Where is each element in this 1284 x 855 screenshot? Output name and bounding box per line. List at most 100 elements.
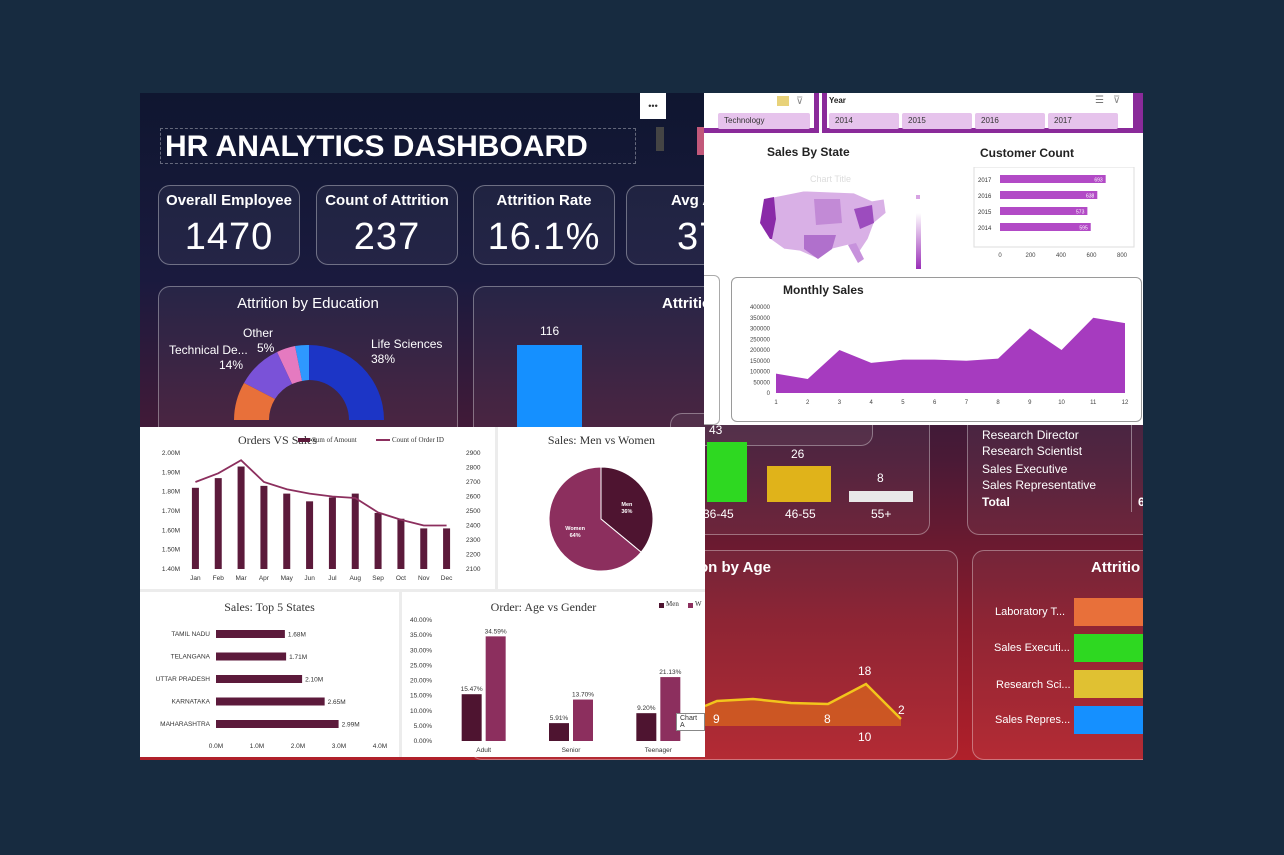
left-axis-tick: 1.60M bbox=[162, 527, 180, 534]
state-x-tick: 3.0M bbox=[332, 743, 346, 750]
customer-x-tick: 200 bbox=[1025, 253, 1036, 259]
women-bar bbox=[660, 677, 681, 741]
state-x-tick: 0.0M bbox=[209, 743, 223, 750]
month-tick: Sep bbox=[372, 575, 384, 582]
map-legend-gradient bbox=[916, 213, 921, 269]
more-options-icon[interactable]: ••• bbox=[640, 93, 666, 119]
monthly-x-tick: 4 bbox=[870, 400, 874, 406]
month-tick: Oct bbox=[396, 575, 406, 582]
women-value-label: 13.70% bbox=[572, 692, 594, 699]
age-band-label: 46-55 bbox=[785, 507, 816, 521]
state-label: TAMIL NADU bbox=[171, 631, 210, 638]
monthly-x-tick: 2 bbox=[806, 400, 810, 406]
education-donut-chart bbox=[234, 344, 384, 420]
state-x-tick: 2.0M bbox=[291, 743, 305, 750]
multi-select-icon[interactable]: ☰ bbox=[1095, 95, 1104, 106]
bar-value-label: 116 bbox=[540, 324, 560, 338]
right-axis-tick: 2300 bbox=[466, 537, 481, 544]
monthly-y-tick: 300000 bbox=[750, 327, 771, 333]
monthly-y-tick: 350000 bbox=[750, 316, 771, 322]
attrition-row-label: Sales Executi... bbox=[994, 642, 1070, 654]
state-label: KARNATAKA bbox=[172, 699, 211, 706]
month-tick: Feb bbox=[213, 575, 225, 582]
attrition-row-label: Sales Repres... bbox=[995, 714, 1071, 726]
customer-x-tick: 600 bbox=[1086, 253, 1097, 259]
men-vs-women-panel: Sales: Men vs Women Men 36% Women 64% bbox=[498, 427, 705, 589]
year-chip-2014[interactable]: 2014 bbox=[829, 113, 899, 129]
monthly-y-tick: 0 bbox=[767, 391, 771, 397]
customer-count-panel: Customer Count 2017 693 2016 638 2015 573 2014… bbox=[972, 139, 1142, 269]
men-value-label: 5.91% bbox=[550, 715, 569, 722]
right-axis-tick: 2400 bbox=[466, 523, 481, 530]
job-role-row: Research Director bbox=[982, 428, 1079, 442]
right-axis-tick: 2800 bbox=[466, 465, 481, 472]
age-line-label: 18 bbox=[858, 664, 872, 678]
pie-label: Women bbox=[565, 526, 585, 532]
kpi-count-of-attrition: Count of Attrition 237 bbox=[316, 185, 458, 265]
amount-bar bbox=[397, 518, 405, 569]
table-divider bbox=[1131, 414, 1132, 512]
age-band-value: 43 bbox=[709, 423, 723, 437]
attrition-row-label: Laboratory T... bbox=[995, 606, 1066, 618]
age-category-tick: Teenager bbox=[645, 747, 673, 754]
multi-select-icon[interactable] bbox=[777, 96, 789, 106]
women-value-label: 34.59% bbox=[485, 628, 507, 635]
order-count-line bbox=[195, 459, 447, 527]
month-tick: Dec bbox=[441, 575, 453, 582]
month-tick: Apr bbox=[259, 575, 270, 582]
map-legend-tick bbox=[916, 195, 920, 199]
job-role-total-value: 6 bbox=[1138, 495, 1143, 509]
hr-dashboard-title: HR ANALYTICS DASHBOARD bbox=[160, 128, 636, 164]
customer-value-label: 573 bbox=[1076, 210, 1085, 216]
customer-bar bbox=[1000, 223, 1091, 231]
state-bar bbox=[216, 652, 287, 661]
age-category-tick: Senior bbox=[562, 747, 582, 754]
age-band-bar-36-45 bbox=[707, 442, 747, 502]
panel-title: Sales By State bbox=[767, 145, 850, 159]
monthly-x-tick: 11 bbox=[1090, 400, 1097, 406]
us-map-midwest bbox=[814, 199, 842, 225]
state-value-label: 1.71M bbox=[289, 654, 307, 661]
attrition-row-label: Research Sci... bbox=[996, 679, 1071, 691]
monthly-y-tick: 400000 bbox=[750, 305, 771, 311]
customer-value-label: 595 bbox=[1079, 226, 1088, 232]
customer-x-tick: 400 bbox=[1056, 253, 1067, 259]
customer-category-label: 2017 bbox=[978, 178, 992, 184]
left-axis-tick: 1.40M bbox=[162, 566, 180, 573]
slicer-chip-technology[interactable]: Technology bbox=[718, 113, 810, 129]
year-chip-2017[interactable]: 2017 bbox=[1048, 113, 1118, 129]
men-value-label: 15.47% bbox=[461, 686, 483, 693]
monthly-sales-area bbox=[776, 317, 1125, 393]
monthly-x-tick: 8 bbox=[996, 400, 1000, 406]
amount-bar bbox=[237, 466, 245, 569]
age-band-bar-55-plus bbox=[849, 491, 913, 502]
sales-by-state-panel: Sales By State Chart Title bbox=[704, 139, 972, 269]
right-axis-tick: 2900 bbox=[466, 450, 481, 457]
left-axis-tick: 1.80M bbox=[162, 489, 180, 496]
filter-icon[interactable]: ⊽ bbox=[1113, 95, 1120, 106]
state-label: TELANGANA bbox=[171, 654, 211, 661]
kpi-overall-employee: Overall Employee 1470 bbox=[158, 185, 300, 265]
month-tick: Jul bbox=[328, 575, 337, 582]
month-tick: Nov bbox=[418, 575, 430, 582]
attrition-row-bar-laboratory bbox=[1074, 598, 1143, 626]
customer-bar bbox=[1000, 175, 1106, 183]
monthly-sales-panel: Monthly Sales 0 50000 100000 150000 200000 25… bbox=[731, 277, 1142, 422]
pie-pct: 36% bbox=[621, 509, 632, 515]
amount-bar bbox=[306, 501, 314, 569]
customer-value-label: 693 bbox=[1094, 178, 1103, 184]
customer-category-label: 2014 bbox=[978, 226, 992, 232]
year-chip-2015[interactable]: 2015 bbox=[902, 113, 972, 129]
kpi-attrition-rate: Attrition Rate 16.1% bbox=[473, 185, 615, 265]
attrition-by-job-role-panel: Attritio Laboratory T... Sales Executi..… bbox=[972, 550, 1143, 760]
state-bar bbox=[216, 720, 339, 728]
age-gender-y-tick: 20.00% bbox=[410, 678, 432, 685]
month-tick: Jan bbox=[190, 575, 201, 582]
filter-icon[interactable]: ⊽ bbox=[796, 96, 803, 107]
year-chip-2016[interactable]: 2016 bbox=[975, 113, 1045, 129]
amount-bar bbox=[420, 528, 428, 569]
men-bar bbox=[549, 723, 569, 741]
right-axis-tick: 2200 bbox=[466, 552, 481, 559]
age-band-label: 36-45 bbox=[703, 507, 734, 521]
month-tick: Mar bbox=[235, 575, 247, 582]
